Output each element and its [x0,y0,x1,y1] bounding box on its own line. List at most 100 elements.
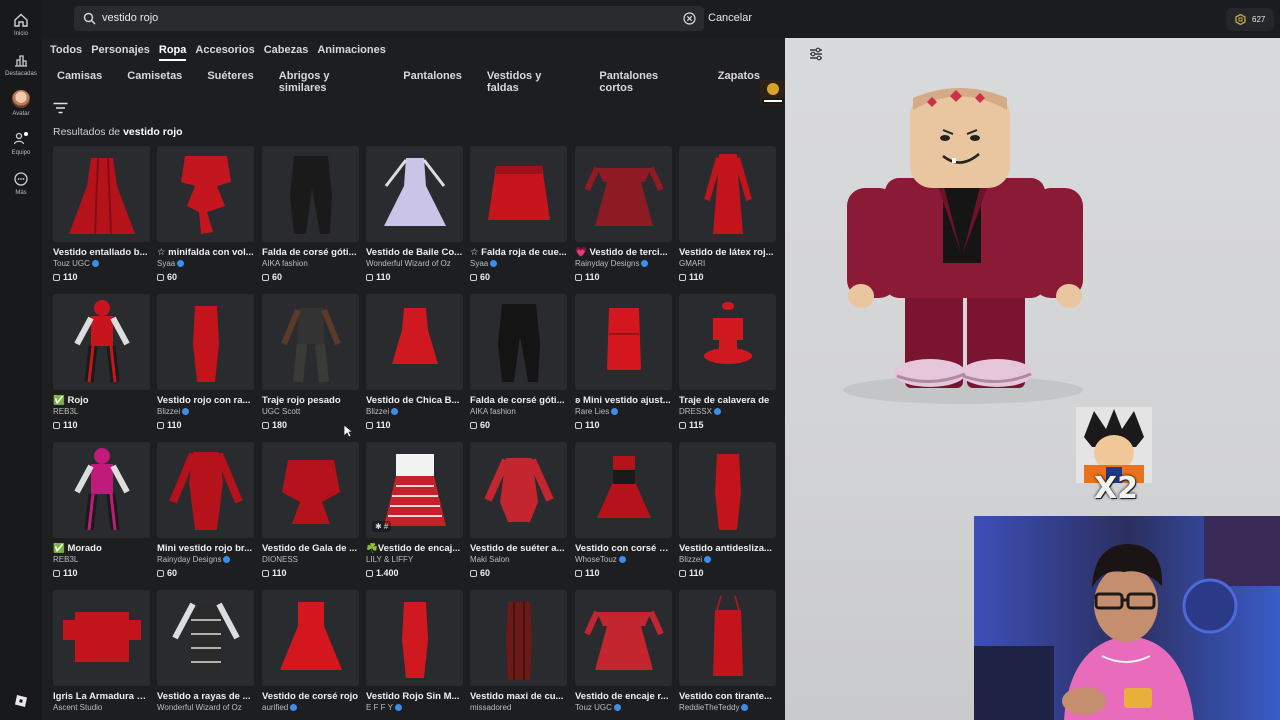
item-creator[interactable]: ReddieTheTeddy [679,703,776,714]
tab-ropa[interactable]: Ropa [158,44,187,61]
robux-balance[interactable]: 627 [1226,8,1274,31]
item-creator[interactable]: Wonderful Wizard of Oz [366,259,463,270]
item-creator[interactable]: AIKA fashion [470,407,567,418]
item-thumbnail[interactable] [470,146,567,242]
item-creator[interactable]: UGC Scott [262,407,359,418]
catalog-item[interactable]: Vestido Rojo Sin M... E F F Y [366,590,463,720]
filter-icon[interactable] [53,102,68,114]
catalog-item[interactable]: Vestido de suéter a... Maki Salon 60 [470,442,567,579]
item-thumbnail[interactable] [679,590,776,686]
catalog-item[interactable]: ✅ Morado REB3L 110 [53,442,150,579]
subtab-pantalones-cortos[interactable]: Pantalones cortos [599,70,692,94]
catalog-item[interactable]: Vestido de Baile Co... Wonderful Wizard o… [366,146,463,283]
tab-todos[interactable]: Todos [50,44,82,61]
catalog-item[interactable]: Falda de corsé góti... AIKA fashion 60 [470,294,567,431]
item-creator[interactable]: Syaa [157,259,254,270]
catalog-item[interactable]: Falda de corsé góti... AIKA fashion 60 [262,146,359,283]
item-creator[interactable]: REB3L [53,555,150,566]
catalog-item[interactable]: Vestido de látex roj... GMARI 110 [679,146,776,283]
catalog-item[interactable]: Vestido a rayas de ... Wonderful Wizard o… [157,590,254,720]
subtab-camisetas[interactable]: Camisetas [127,70,182,94]
item-thumbnail[interactable] [157,146,254,242]
subtab-camisas[interactable]: Camisas [57,70,102,94]
roblox-logo-icon[interactable] [14,694,28,708]
item-creator[interactable]: Blizzei [679,555,776,566]
catalog-item[interactable]: Vestido con corsé d... WhoseTouz 110 [575,442,672,579]
item-creator[interactable]: AIKA fashion [262,259,359,270]
catalog-item[interactable]: Vestido de Gala de ... DIONESS 110 [262,442,359,579]
item-creator[interactable]: E F F Y [366,703,463,714]
catalog-item[interactable]: ☆ Falda roja de cue... Syaa 60 [470,146,567,283]
nav-item-more[interactable]: Más [0,171,42,196]
item-thumbnail[interactable] [262,294,359,390]
nav-item-home[interactable]: Inicio [0,12,42,37]
item-creator[interactable]: Wonderful Wizard of Oz [157,703,254,714]
catalog-item[interactable]: ✱ # ☘️Vestido de encaj... LILY & LIFFY 1.40… [366,442,463,579]
settings-sliders-icon[interactable] [808,46,824,62]
item-creator[interactable]: LILY & LIFFY [366,555,463,566]
search-bar[interactable]: vestido rojo [74,6,704,31]
item-thumbnail[interactable] [262,442,359,538]
item-creator[interactable]: WhoseTouz [575,555,672,566]
cancel-button[interactable]: Cancelar [708,12,752,24]
item-creator[interactable]: Touz UGC [53,259,150,270]
item-thumbnail[interactable] [157,294,254,390]
tab-animaciones[interactable]: Animaciones [317,44,385,61]
item-creator[interactable]: Blizzei [366,407,463,418]
item-thumbnail[interactable] [575,294,672,390]
item-creator[interactable]: Maki Salon [470,555,567,566]
item-creator[interactable]: Rare Lies [575,407,672,418]
item-thumbnail[interactable] [366,146,463,242]
item-thumbnail[interactable] [157,590,254,686]
item-creator[interactable]: REB3L [53,407,150,418]
subtab-pantalones[interactable]: Pantalones [403,70,462,94]
catalog-item[interactable]: Vestido de Chica B... Blizzei 110 [366,294,463,431]
item-thumbnail[interactable] [679,294,776,390]
catalog-item[interactable]: 💗 Vestido de terci... Rainyday Designs 110 [575,146,672,283]
nav-item-avatar[interactable]: Avatar [0,90,42,117]
subtab-zapatos[interactable]: Zapatos [718,70,760,94]
item-thumbnail[interactable] [366,590,463,686]
item-thumbnail[interactable] [575,442,672,538]
item-creator[interactable]: GMARI [679,259,776,270]
subtab-vestidos[interactable]: Vestidos y faldas [487,70,574,94]
catalog-item[interactable]: ✅ Rojo REB3L 110 [53,294,150,431]
item-thumbnail[interactable] [470,590,567,686]
tab-personajes[interactable]: Personajes [91,44,150,61]
catalog-item[interactable]: Traje de calavera de DRESSX 115 [679,294,776,431]
catalog-item[interactable]: Traje rojo pesado UGC Scott 180 [262,294,359,431]
item-creator[interactable]: Rainyday Designs [575,259,672,270]
nav-item-featured[interactable]: Destacadas [0,52,42,77]
tab-accesorios[interactable]: Accesorios [195,44,254,61]
catalog-item[interactable]: Vestido rojo con ra... Blizzei 110 [157,294,254,431]
tab-cabezas[interactable]: Cabezas [264,44,309,61]
catalog-item[interactable]: Vestido maxi de cu... missadored [470,590,567,720]
item-thumbnail[interactable] [53,590,150,686]
catalog-item[interactable]: Mini vestido rojo br... Rainyday Designs 6… [157,442,254,579]
item-thumbnail[interactable] [470,442,567,538]
item-creator[interactable]: Blizzei [157,407,254,418]
item-thumbnail[interactable] [366,294,463,390]
catalog-item[interactable]: ☆ minifalda con vol... Syaa 60 [157,146,254,283]
item-creator[interactable]: Ascent Studio [53,703,150,714]
clear-search-icon[interactable] [683,12,696,25]
item-thumbnail[interactable] [470,294,567,390]
item-thumbnail[interactable] [262,590,359,686]
nav-item-team[interactable]: Equipo [0,131,42,156]
catalog-item[interactable]: Igris La Armadura d... Ascent Studio [53,590,150,720]
catalog-item[interactable]: ʚ Mini vestido ajust... Rare Lies 110 [575,294,672,431]
item-creator[interactable]: DRESSX [679,407,776,418]
catalog-item[interactable]: Vestido de encaje r... Touz UGC [575,590,672,720]
promo-thumbnail[interactable] [760,80,785,106]
item-creator[interactable]: aurified [262,703,359,714]
item-thumbnail[interactable] [575,590,672,686]
item-thumbnail[interactable]: ✱ # [366,442,463,538]
item-thumbnail[interactable] [679,442,776,538]
item-thumbnail[interactable] [157,442,254,538]
item-thumbnail[interactable] [679,146,776,242]
subtab-sueteres[interactable]: Suéteres [207,70,253,94]
catalog-item[interactable]: Vestido con tirante... ReddieTheTeddy [679,590,776,720]
item-creator[interactable]: DIONESS [262,555,359,566]
item-thumbnail[interactable] [262,146,359,242]
item-creator[interactable]: Touz UGC [575,703,672,714]
